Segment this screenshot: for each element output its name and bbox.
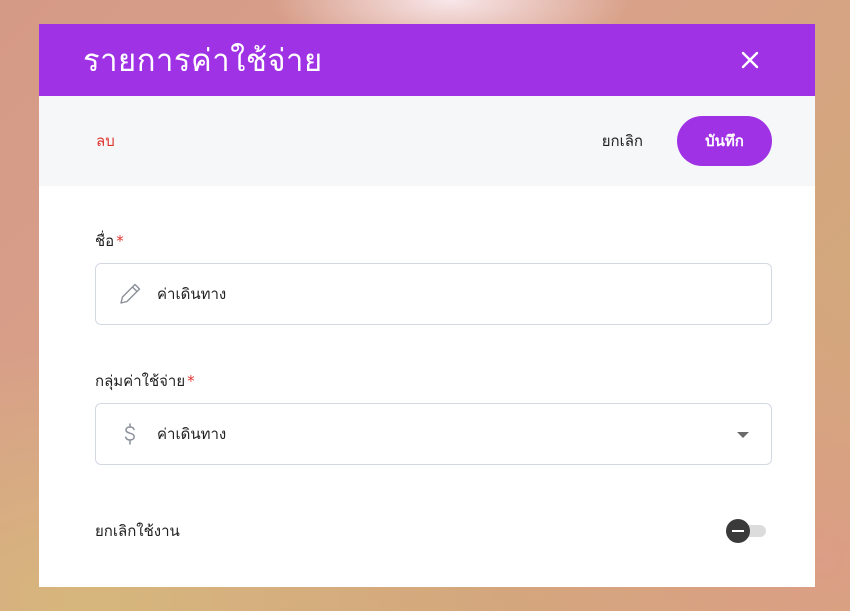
chevron-down-icon[interactable] <box>737 432 749 438</box>
expense-item-dialog: รายการค่าใช้จ่าย ลบ ยกเลิก บันทึก ชื่อ* <box>39 24 815 587</box>
name-input-value: ค่าเดินทาง <box>157 285 227 303</box>
dialog-title: รายการค่าใช้จ่าย <box>83 43 323 79</box>
expense-group-field-group: กลุ่มค่าใช้จ่าย * ค่าเดินทาง <box>95 369 772 465</box>
delete-button[interactable]: ลบ <box>96 129 115 153</box>
disable-toggle-switch[interactable] <box>726 519 766 543</box>
expense-group-select[interactable]: ค่าเดินทาง <box>95 403 772 465</box>
expense-group-label-text: กลุ่มค่าใช้จ่าย <box>95 372 186 390</box>
required-mark: * <box>116 232 124 250</box>
required-mark: * <box>187 372 195 390</box>
name-field-label: ชื่อ * <box>95 229 772 253</box>
toggle-thumb <box>726 519 750 543</box>
close-icon <box>741 51 759 69</box>
expense-form: ชื่อ * ค่าเดินทาง กลุ่มค่าใช้จ่าย * ค่าเ… <box>39 229 815 543</box>
disable-toggle-label: ยกเลิกใช้งาน <box>95 522 180 540</box>
dialog-header: รายการค่าใช้จ่าย <box>39 24 815 96</box>
cancel-button[interactable]: ยกเลิก <box>602 129 643 153</box>
name-label-text: ชื่อ <box>95 232 115 250</box>
toolbar-actions: ยกเลิก บันทึก <box>602 116 772 166</box>
name-input[interactable]: ค่าเดินทาง <box>95 263 772 325</box>
save-button[interactable]: บันทึก <box>677 116 772 166</box>
dollar-icon <box>117 421 143 447</box>
expense-group-select-value: ค่าเดินทาง <box>157 425 227 443</box>
pencil-icon <box>117 281 143 307</box>
name-field-group: ชื่อ * ค่าเดินทาง <box>95 229 772 325</box>
close-button[interactable] <box>737 47 763 73</box>
disable-toggle-row: ยกเลิกใช้งาน <box>95 519 772 543</box>
expense-group-field-label: กลุ่มค่าใช้จ่าย * <box>95 369 772 393</box>
dialog-toolbar: ลบ ยกเลิก บันทึก <box>39 96 815 186</box>
